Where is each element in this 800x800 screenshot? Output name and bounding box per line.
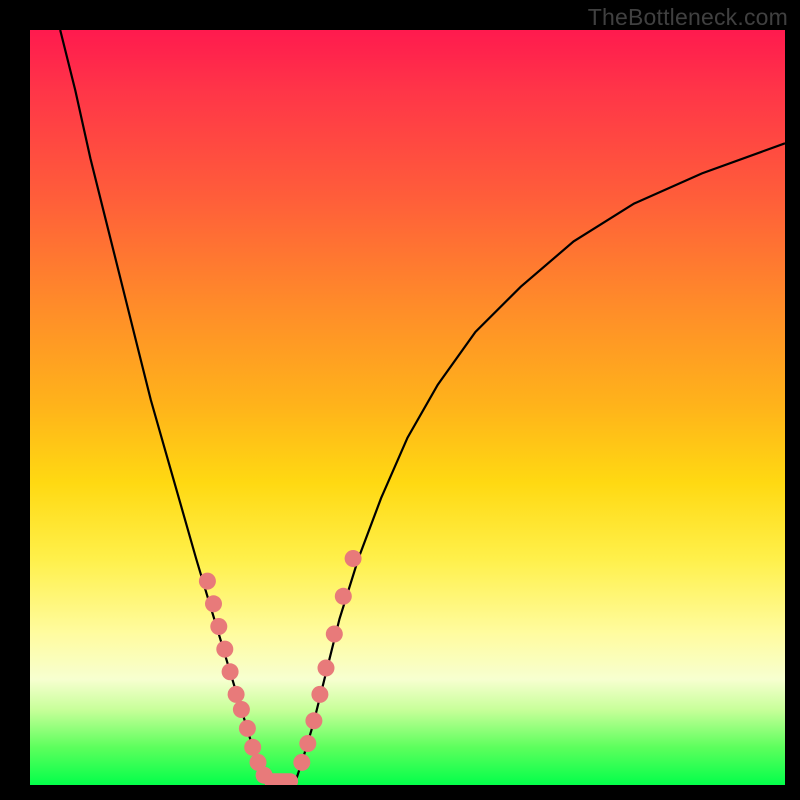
- highlight-dot: [244, 739, 261, 756]
- highlight-dot: [216, 641, 233, 658]
- highlight-dot: [239, 720, 256, 737]
- chart-frame: TheBottleneck.com: [0, 0, 800, 800]
- highlight-dot: [305, 712, 322, 729]
- highlight-dots-left: [199, 573, 273, 784]
- highlight-dot: [233, 701, 250, 718]
- highlight-bar: [264, 773, 298, 785]
- highlight-dot: [345, 550, 362, 567]
- highlight-dot: [199, 573, 216, 590]
- highlight-dot: [228, 686, 245, 703]
- highlight-dot: [222, 663, 239, 680]
- highlight-dot: [210, 618, 227, 635]
- plot-area: [30, 30, 785, 785]
- highlight-bottom-bar: [264, 773, 298, 785]
- watermark-text: TheBottleneck.com: [588, 4, 788, 31]
- curve-right: [294, 143, 785, 785]
- highlight-dot: [293, 754, 310, 771]
- highlight-dot: [326, 626, 343, 643]
- highlight-dot: [335, 588, 352, 605]
- highlight-dot: [311, 686, 328, 703]
- bottleneck-curve: [30, 30, 785, 785]
- highlight-dot: [205, 595, 222, 612]
- highlight-dot: [299, 735, 316, 752]
- highlight-dot: [318, 660, 335, 677]
